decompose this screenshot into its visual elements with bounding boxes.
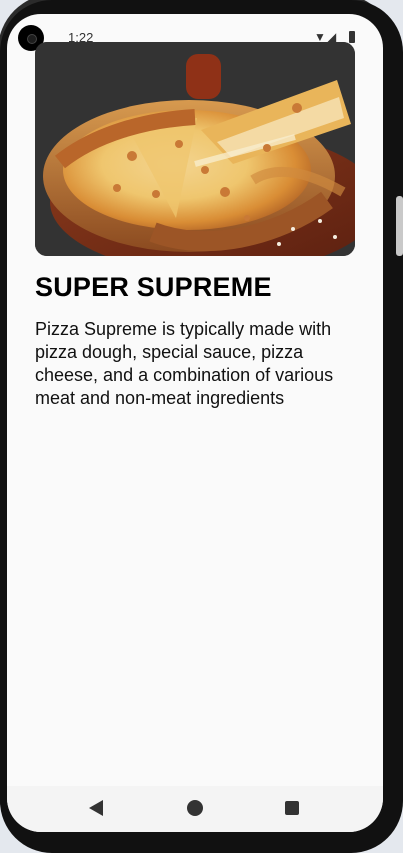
product-title: SUPER SUPREME [35,272,272,302]
pizza-image [35,42,355,256]
back-icon[interactable] [89,800,103,816]
side-button[interactable] [396,196,403,256]
system-navigation-bar [7,786,383,832]
home-icon[interactable] [187,800,203,816]
recent-apps-icon[interactable] [285,801,299,815]
battery-icon [349,31,355,43]
pizza-illustration [35,42,355,256]
device: 1:22 ▼ ◢ SUPER SUPREME Pizza Supreme is … [0,0,403,853]
app-screen: 1:22 ▼ ◢ SUPER SUPREME Pizza Supreme is … [7,14,383,832]
product-description: Pizza Supreme is typically made with piz… [35,319,334,408]
